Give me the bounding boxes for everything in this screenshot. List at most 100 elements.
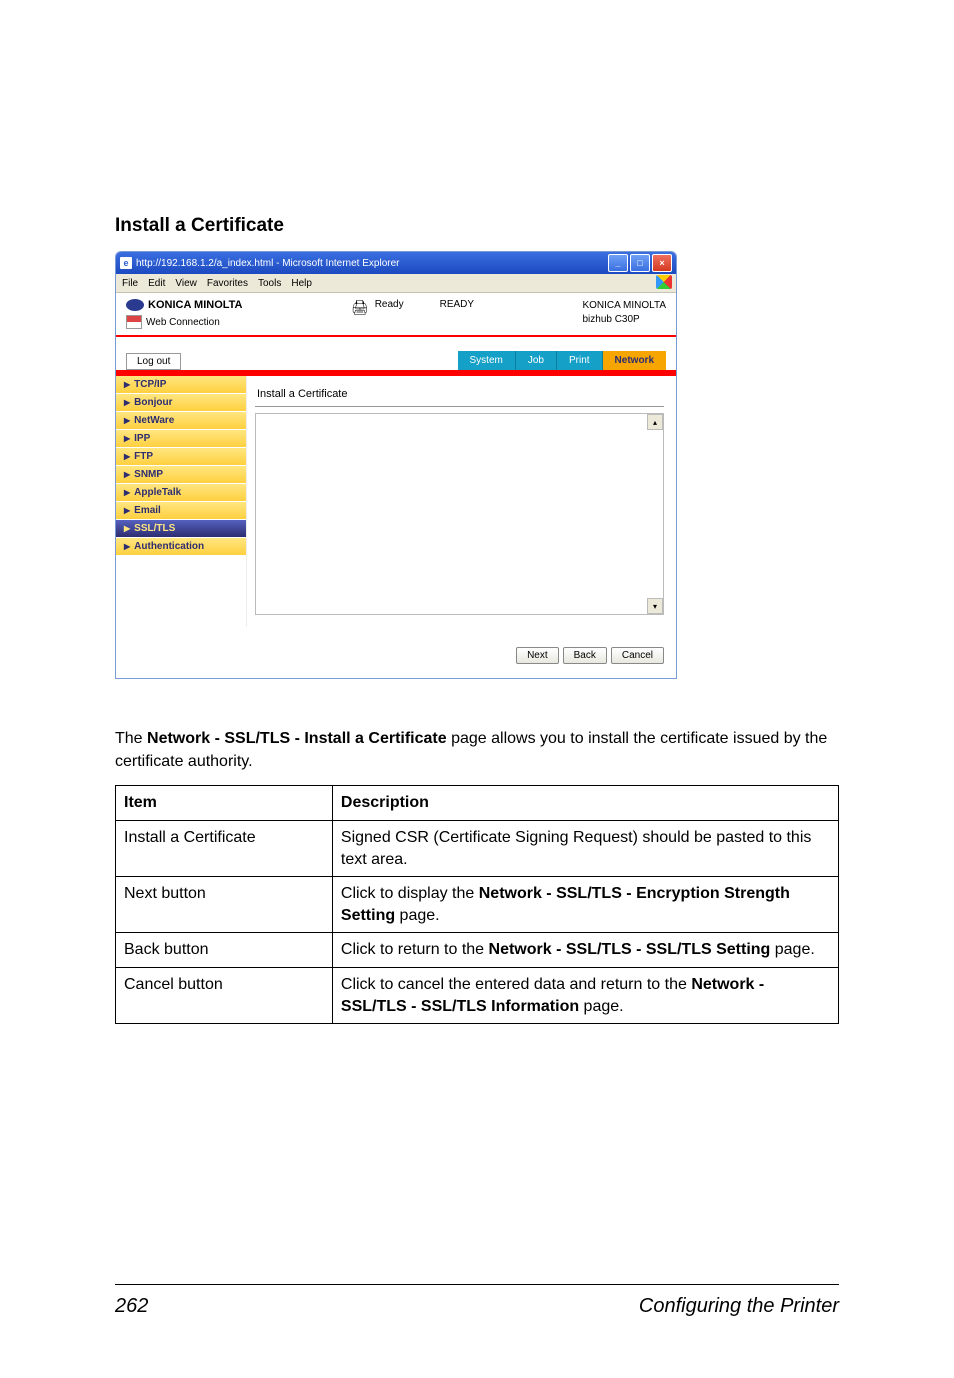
- chevron-right-icon: ▶: [124, 470, 130, 479]
- sidebar-item-ssltls[interactable]: ▶ SSL/TLS: [116, 520, 246, 538]
- sidebar-item-label: SNMP: [134, 469, 163, 480]
- brand-secondary-label: Web Connection: [146, 317, 220, 328]
- sidebar-item-tcpip[interactable]: ▶ TCP/IP: [116, 376, 246, 394]
- menu-edit[interactable]: Edit: [148, 278, 165, 289]
- table-header-row: Item Description: [116, 786, 839, 821]
- table-row: Next button Click to display the Network…: [116, 877, 839, 933]
- desc-text: page.: [579, 998, 623, 1015]
- table-row: Cancel button Click to cancel the entere…: [116, 967, 839, 1023]
- footer-title: Configuring the Printer: [639, 1295, 839, 1318]
- description-table: Item Description Install a Certificate S…: [115, 785, 839, 1024]
- chevron-right-icon: ▶: [124, 452, 130, 461]
- embedded-screenshot: e http://192.168.1.2/a_index.html - Micr…: [115, 251, 677, 679]
- chevron-right-icon: ▶: [124, 398, 130, 407]
- ie-icon: e: [120, 257, 132, 269]
- desc-text: page.: [395, 907, 439, 924]
- page-number: 262: [115, 1295, 148, 1318]
- chevron-right-icon: ▶: [124, 434, 130, 443]
- status-label: Ready: [375, 299, 404, 310]
- table-cell-item: Back button: [116, 933, 333, 968]
- browser-menubar: File Edit View Favorites Tools Help: [116, 274, 676, 293]
- paragraph-bold: Network - SSL/TLS - Install a Certificat…: [147, 730, 447, 747]
- scroll-up-button[interactable]: ▴: [647, 414, 663, 430]
- brand-primary: KONICA MINOLTA: [126, 299, 243, 311]
- cancel-button[interactable]: Cancel: [611, 647, 664, 664]
- certificate-textarea[interactable]: ▴ ▾: [255, 413, 664, 615]
- sidebar-item-label: Email: [134, 505, 161, 516]
- sidebar-item-label: SSL/TLS: [134, 523, 175, 534]
- description-paragraph: The Network - SSL/TLS - Install a Certif…: [115, 727, 839, 773]
- sidebar-item-label: TCP/IP: [134, 379, 166, 390]
- sidebar-item-label: FTP: [134, 451, 153, 462]
- chevron-right-icon: ▶: [124, 524, 130, 533]
- table-cell-item: Install a Certificate: [116, 820, 333, 876]
- menu-file[interactable]: File: [122, 278, 138, 289]
- sidebar-item-label: Authentication: [134, 541, 204, 552]
- sidebar-item-ftp[interactable]: ▶ FTP: [116, 448, 246, 466]
- desc-text: Click to cancel the entered data and ret…: [341, 976, 691, 993]
- desc-text: page.: [770, 941, 814, 958]
- brand-primary-label: KONICA MINOLTA: [148, 299, 243, 311]
- desc-text: Click to display the: [341, 885, 479, 902]
- status-value: READY: [440, 299, 474, 310]
- sidebar-item-label: NetWare: [134, 415, 174, 426]
- window-title: http://192.168.1.2/a_index.html - Micros…: [136, 258, 399, 269]
- sidebar-item-appletalk[interactable]: ▶ AppleTalk: [116, 484, 246, 502]
- sidebar-item-label: AppleTalk: [134, 487, 181, 498]
- menu-view[interactable]: View: [175, 278, 197, 289]
- sidebar-item-bonjour[interactable]: ▶ Bonjour: [116, 394, 246, 412]
- sidebar-item-email[interactable]: ▶ Email: [116, 502, 246, 520]
- table-row: Back button Click to return to the Netwo…: [116, 933, 839, 968]
- maximize-button[interactable]: □: [630, 254, 650, 272]
- paragraph-text: The: [115, 730, 147, 747]
- brand-secondary: Web Connection: [126, 315, 243, 329]
- table-cell-desc: Click to cancel the entered data and ret…: [332, 967, 838, 1023]
- tab-system[interactable]: System: [458, 351, 516, 370]
- chevron-right-icon: ▶: [124, 416, 130, 425]
- tab-row: System Job Print Network: [458, 351, 666, 370]
- next-button[interactable]: Next: [516, 647, 559, 664]
- sidebar-item-netware[interactable]: ▶ NetWare: [116, 412, 246, 430]
- tab-print[interactable]: Print: [557, 351, 603, 370]
- table-header-item: Item: [116, 786, 333, 821]
- chevron-right-icon: ▶: [124, 488, 130, 497]
- windows-flag-icon: [656, 275, 672, 289]
- close-button[interactable]: ×: [652, 254, 672, 272]
- table-cell-desc: Signed CSR (Certificate Signing Request)…: [332, 820, 838, 876]
- printer-icon: 🖨: [351, 299, 369, 316]
- sidebar-item-snmp[interactable]: ▶ SNMP: [116, 466, 246, 484]
- table-row: Install a Certificate Signed CSR (Certif…: [116, 820, 839, 876]
- device-brand: KONICA MINOLTA: [582, 299, 666, 313]
- table-cell-item: Cancel button: [116, 967, 333, 1023]
- table-header-description: Description: [332, 786, 838, 821]
- logout-button[interactable]: Log out: [126, 353, 181, 370]
- chevron-right-icon: ▶: [124, 542, 130, 551]
- tab-job[interactable]: Job: [516, 351, 557, 370]
- chevron-right-icon: ▶: [124, 506, 130, 515]
- page-footer: 262 Configuring the Printer: [115, 1284, 839, 1318]
- sidebar-item-ipp[interactable]: ▶ IPP: [116, 430, 246, 448]
- minimize-button[interactable]: _: [608, 254, 628, 272]
- menu-favorites[interactable]: Favorites: [207, 278, 248, 289]
- desc-text: Click to return to the: [341, 941, 489, 958]
- brand-oval-icon: [126, 299, 144, 311]
- device-model: bizhub C30P: [582, 313, 666, 327]
- pane-title: Install a Certificate: [255, 384, 664, 407]
- table-cell-item: Next button: [116, 877, 333, 933]
- tab-network[interactable]: Network: [603, 351, 666, 370]
- chevron-right-icon: ▶: [124, 380, 130, 389]
- sidebar: ▶ TCP/IP ▶ Bonjour ▶ NetWare ▶ IPP ▶ FTP ▶ SNM…: [116, 376, 247, 627]
- sidebar-item-label: Bonjour: [134, 397, 172, 408]
- sidebar-item-authentication[interactable]: ▶ Authentication: [116, 538, 246, 556]
- window-titlebar: e http://192.168.1.2/a_index.html - Micr…: [116, 252, 676, 274]
- desc-bold: Network - SSL/TLS - SSL/TLS Setting: [489, 941, 771, 958]
- menu-help[interactable]: Help: [291, 278, 312, 289]
- pagescope-icon: [126, 315, 142, 329]
- scroll-down-button[interactable]: ▾: [647, 598, 663, 614]
- table-cell-desc: Click to display the Network - SSL/TLS -…: [332, 877, 838, 933]
- section-title: Install a Certificate: [115, 215, 839, 237]
- sidebar-item-label: IPP: [134, 433, 150, 444]
- table-cell-desc: Click to return to the Network - SSL/TLS…: [332, 933, 838, 968]
- menu-tools[interactable]: Tools: [258, 278, 281, 289]
- back-button[interactable]: Back: [563, 647, 607, 664]
